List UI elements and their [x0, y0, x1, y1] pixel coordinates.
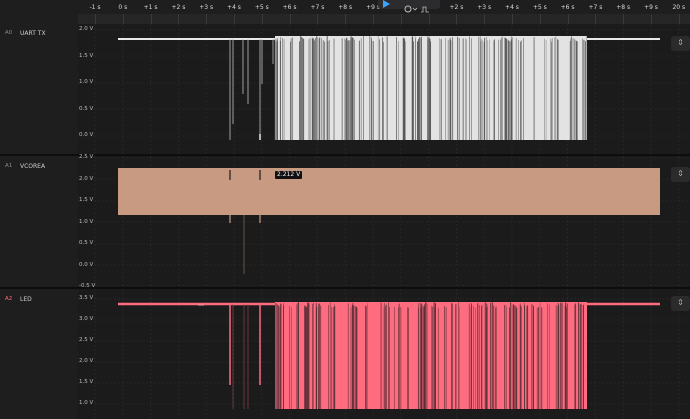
voltage-axis-label: 1.5 V: [79, 197, 94, 203]
time-tick-label: +1 s: [143, 4, 158, 11]
record-options-button[interactable]: [403, 0, 418, 13]
waveform-uart-tx: [78, 24, 690, 154]
time-tick-mark: [122, 14, 124, 24]
voltage-axis-label: 1.0 V: [79, 218, 94, 225]
channel-sidebar: A0 UART TX A1 VCOREA A2 LED: [0, 0, 79, 419]
time-tick-mark: [484, 14, 486, 24]
time-tick-mark: [678, 14, 680, 24]
voltage-axis-label: 1.0 V: [79, 400, 94, 406]
channel-pane-vcorea[interactable]: [78, 156, 690, 287]
time-tick-label: -1 s: [89, 4, 101, 11]
voltage-axis-label: 1.5 V: [79, 379, 94, 385]
channel-expand-button[interactable]: ⇕: [671, 36, 690, 51]
time-tick-mark: [150, 14, 152, 24]
channel-pane-uart-tx[interactable]: [78, 24, 690, 154]
play-icon: [383, 0, 390, 8]
channel-pane-led[interactable]: [78, 289, 690, 419]
time-tick-label: +5 s: [532, 4, 547, 11]
time-tick-mark: [289, 14, 291, 24]
time-tick-mark: [234, 14, 235, 24]
voltage-axis-label: 0.5 V: [79, 240, 94, 246]
time-tick-mark: [595, 14, 597, 24]
voltage-axis-label: 2.0 V: [79, 26, 94, 32]
time-tick-mark: [428, 14, 430, 24]
channel-expand-button[interactable]: ⇕: [671, 296, 690, 311]
channel-id-a0: A0: [5, 30, 13, 36]
voltage-axis-label: 1.0 V: [79, 79, 94, 85]
channel-label-uart-tx[interactable]: UART TX: [20, 30, 46, 37]
time-tick-label: 20 s: [672, 4, 686, 11]
time-tick-mark: [623, 14, 625, 24]
time-tick-mark: [95, 14, 96, 24]
time-tick-mark: [178, 14, 180, 24]
channel-id-a1: A1: [5, 163, 13, 169]
time-tick-label: +7 s: [588, 4, 603, 11]
voltage-axis-label: -0.5 V: [79, 283, 96, 289]
time-tick-mark: [512, 14, 513, 24]
vcorea-signal-band: [118, 168, 660, 215]
time-tick-mark: [567, 14, 569, 24]
voltage-axis-label: 2.5 V: [79, 337, 94, 343]
waveform-led: [78, 289, 690, 419]
trigger-button[interactable]: [420, 0, 430, 13]
time-tick-label: +4 s: [505, 4, 519, 11]
time-tick-mark: [317, 14, 319, 24]
time-tick-mark: [539, 14, 541, 24]
channel-id-a2: A2: [5, 296, 13, 302]
time-tick-mark: [261, 14, 263, 24]
time-tick-mark: [651, 14, 652, 24]
voltage-axis-label: 3.5 V: [79, 295, 94, 301]
time-tick-mark: [206, 14, 208, 24]
time-tick-mark: [345, 14, 347, 24]
time-tick-mark: [456, 14, 458, 24]
logic-analyzer-window: A0 UART TX A1 VCOREA A2 LED -1 s 0 s +1 s +…: [0, 0, 690, 419]
time-tick-label: +9 s: [644, 4, 658, 11]
channel-label-led[interactable]: LED: [20, 296, 32, 303]
time-tick-label: 0 s: [118, 4, 128, 11]
time-tick-label: +5 s: [254, 4, 269, 11]
expand-icon: ⇕: [677, 298, 684, 307]
voltage-axis-label: 0.0 V: [79, 261, 94, 268]
voltage-axis-label: 1.5 V: [79, 52, 94, 59]
time-tick-label: +2 s: [449, 4, 464, 11]
voltage-axis-label: 2.0 V: [79, 175, 94, 182]
time-tick-mark: [400, 14, 402, 24]
time-tick-label: +6 s: [282, 4, 297, 11]
trigger-icon: [421, 6, 429, 13]
play-button[interactable]: [381, 0, 391, 9]
voltage-axis-label: 0.0 V: [79, 132, 94, 138]
time-tick-mark: [373, 14, 374, 24]
time-tick-label: +6 s: [560, 4, 575, 11]
channel-label-vcorea[interactable]: VCOREA: [20, 163, 45, 170]
time-tick-label: +8 s: [616, 4, 631, 11]
time-tick-label: +7 s: [310, 4, 325, 11]
time-tick-label: +3 s: [199, 4, 214, 11]
time-tick-label: +4 s: [227, 4, 241, 11]
expand-icon: ⇕: [677, 169, 684, 178]
expand-icon: ⇕: [677, 38, 684, 47]
measurement-tooltip: 2.212 V: [275, 171, 303, 179]
voltage-axis-label: 2.5 V: [79, 154, 94, 160]
voltage-axis-label: 3.0 V: [79, 316, 94, 322]
record-options-icon: [404, 5, 418, 13]
time-tick-label: +3 s: [477, 4, 492, 11]
channel-expand-button[interactable]: ⇕: [671, 167, 690, 182]
waveform-vcorea: [78, 156, 690, 287]
time-tick-label: +8 s: [338, 4, 353, 11]
voltage-axis-label: 2.0 V: [79, 358, 94, 364]
voltage-axis-label: 0.5 V: [79, 105, 94, 112]
time-tick-label: +2 s: [171, 4, 186, 11]
